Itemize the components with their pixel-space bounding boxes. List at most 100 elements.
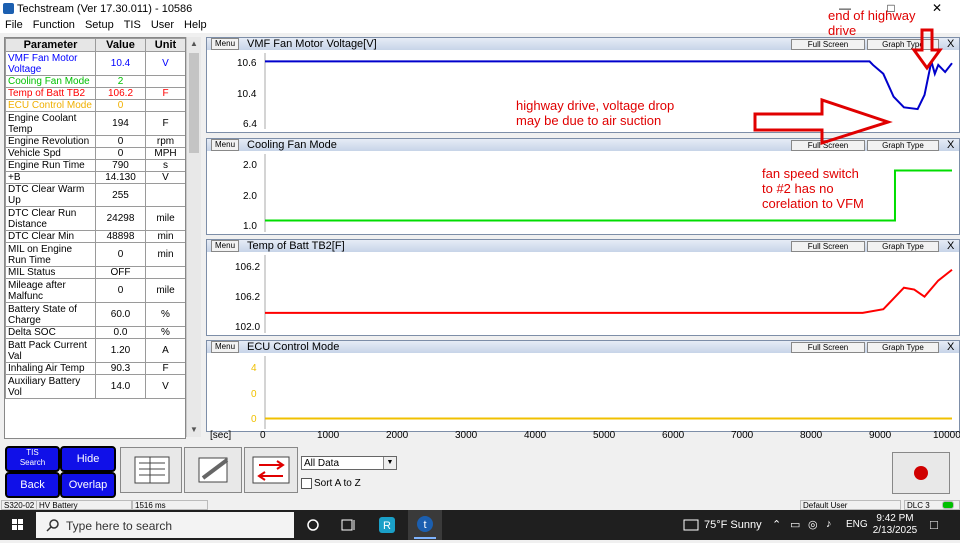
- graph-type-button[interactable]: Graph Type: [867, 241, 939, 252]
- table-row[interactable]: Auxiliary Battery Vol 14.0 V: [5, 374, 185, 399]
- unit-cell: %: [145, 326, 185, 339]
- menu-user[interactable]: User: [146, 19, 179, 31]
- graph-menu-button[interactable]: Menu: [211, 38, 240, 50]
- parameter-cell: Cooling Fan Mode: [5, 75, 96, 88]
- x-axis-unit: [sec]: [210, 430, 232, 441]
- header-parameter[interactable]: Parameter: [5, 38, 96, 52]
- parameter-cell: Inhaling Air Temp: [5, 362, 96, 375]
- annotation-line: corelation to VFM: [762, 196, 864, 211]
- edit-snapshot-button[interactable]: [184, 447, 242, 493]
- table-row[interactable]: ECU Control Mode 0: [5, 99, 185, 112]
- table-row[interactable]: Cooling Fan Mode 2: [5, 75, 185, 88]
- table-row[interactable]: DTC Clear Min 48898 min: [5, 230, 185, 243]
- table-row[interactable]: DTC Clear Warm Up 255: [5, 183, 185, 207]
- snapshot-table-button[interactable]: [120, 447, 182, 493]
- menu-function[interactable]: Function: [28, 19, 80, 31]
- table-row[interactable]: VMF Fan Motor Voltage 10.4 V: [5, 51, 185, 76]
- volume-icon[interactable]: ♪: [826, 518, 832, 530]
- table-row[interactable]: Battery State of Charge 60.0%: [5, 302, 185, 327]
- parameter-cell: Batt Pack Current Val: [5, 338, 96, 363]
- task-view-icon[interactable]: [333, 510, 363, 540]
- switch-display-button[interactable]: [244, 447, 298, 493]
- unit-cell: %: [145, 302, 185, 327]
- x-tick: 2000: [386, 430, 409, 441]
- chevron-up-icon[interactable]: ⌃: [772, 518, 781, 531]
- table-row[interactable]: Engine Run Time 790 s: [5, 159, 185, 172]
- network-icon[interactable]: ◎: [808, 518, 818, 531]
- full-screen-button[interactable]: Full Screen: [791, 241, 865, 252]
- header-value[interactable]: Value: [95, 38, 146, 52]
- menu-bar: File Function Setup TIS User Help: [0, 17, 960, 33]
- techstream-taskbar-item[interactable]: t: [408, 510, 442, 540]
- windows-start-icon[interactable]: [0, 510, 36, 540]
- table-row[interactable]: Engine Revolution 0 rpm: [5, 135, 185, 148]
- weather-text[interactable]: 75°F Sunny: [704, 519, 762, 531]
- table-row[interactable]: Engine Coolant Temp 194 F: [5, 111, 185, 136]
- graph-panel-ecu-control: Menu ECU Control Mode Full Screen Graph …: [206, 340, 960, 432]
- graph-menu-button[interactable]: Menu: [211, 240, 240, 252]
- table-row[interactable]: Mileage after Malfunc 0 mile: [5, 278, 185, 303]
- record-button[interactable]: [892, 452, 950, 494]
- menu-help[interactable]: Help: [179, 19, 212, 31]
- graph-menu-button[interactable]: Menu: [211, 341, 240, 353]
- tis-search-button[interactable]: TIS Search: [5, 446, 60, 472]
- scroll-down-icon[interactable]: ▼: [187, 423, 201, 437]
- sort-checkbox[interactable]: [301, 478, 312, 489]
- back-button[interactable]: Back: [5, 472, 60, 498]
- battery-icon[interactable]: ▭: [790, 518, 800, 531]
- value-cell: 194: [95, 111, 146, 136]
- data-filter-dropdown[interactable]: All Data ▼: [301, 456, 397, 470]
- chevron-down-icon[interactable]: ▼: [383, 457, 396, 469]
- annotation-fan-switch: fan speed switch to #2 has no corelation…: [762, 166, 864, 211]
- graph-type-button[interactable]: Graph Type: [867, 342, 939, 353]
- table-row[interactable]: DTC Clear Run Distance 24298 mile: [5, 206, 185, 231]
- full-screen-button[interactable]: Full Screen: [791, 39, 865, 50]
- app-r-icon[interactable]: R: [372, 510, 402, 540]
- value-cell: OFF: [95, 266, 146, 279]
- full-screen-button[interactable]: Full Screen: [791, 342, 865, 353]
- close-graph-button[interactable]: X: [947, 240, 954, 252]
- unit-cell: min: [145, 242, 185, 267]
- table-row[interactable]: Delta SOC 0.0%: [5, 326, 185, 339]
- close-graph-button[interactable]: X: [947, 38, 954, 50]
- graph-type-button[interactable]: Graph Type: [867, 140, 939, 151]
- menu-setup[interactable]: Setup: [80, 19, 119, 31]
- cortana-icon[interactable]: [298, 510, 328, 540]
- menu-file[interactable]: File: [0, 19, 28, 31]
- table-row[interactable]: +B 14.130 V: [5, 171, 185, 184]
- unit-cell: F: [145, 111, 185, 136]
- table-row[interactable]: Vehicle Spd 0 MPH: [5, 147, 185, 160]
- table-row[interactable]: Inhaling Air Temp 90.3 F: [5, 362, 185, 375]
- graph-menu-button[interactable]: Menu: [211, 139, 240, 151]
- menu-tis[interactable]: TIS: [119, 19, 146, 31]
- graph-title: Cooling Fan Mode: [247, 139, 337, 151]
- notification-icon[interactable]: □: [930, 517, 938, 532]
- annotation-line: to #2 has no: [762, 181, 834, 196]
- scroll-up-icon[interactable]: ▲: [187, 37, 201, 51]
- unit-cell: MPH: [145, 147, 185, 160]
- parameter-cell: Vehicle Spd: [5, 147, 96, 160]
- parameter-cell: Delta SOC: [5, 326, 96, 339]
- value-cell: 255: [95, 183, 146, 207]
- table-row[interactable]: Temp of Batt TB2 106.2 F: [5, 87, 185, 100]
- scroll-thumb[interactable]: [189, 53, 199, 153]
- graph-panel-batt-temp: Menu Temp of Batt TB2[F] Full Screen Gra…: [206, 239, 960, 336]
- taskbar-search-box[interactable]: Type here to search: [36, 512, 294, 538]
- table-row[interactable]: Batt Pack Current Val 1.20 A: [5, 338, 185, 363]
- value-cell: 106.2: [95, 87, 146, 100]
- table-row[interactable]: MIL Status OFF: [5, 266, 185, 279]
- x-tick: 8000: [800, 430, 823, 441]
- graph-title: ECU Control Mode: [247, 341, 340, 353]
- overlap-button[interactable]: Overlap: [60, 472, 116, 498]
- clock[interactable]: 9:42 PM 2/13/2025: [870, 513, 920, 537]
- header-unit[interactable]: Unit: [145, 38, 185, 52]
- language-indicator[interactable]: ENG: [846, 519, 868, 530]
- table-row[interactable]: MIL on Engine Run Time 0 min: [5, 242, 185, 267]
- close-graph-button[interactable]: X: [947, 341, 954, 353]
- table-scrollbar[interactable]: ▲ ▼: [186, 37, 201, 437]
- full-screen-button[interactable]: Full Screen: [791, 140, 865, 151]
- hide-button[interactable]: Hide: [60, 446, 116, 472]
- close-graph-button[interactable]: X: [947, 139, 954, 151]
- tis-search-line: Search: [19, 458, 46, 467]
- graph-type-button[interactable]: Graph Type: [867, 39, 939, 50]
